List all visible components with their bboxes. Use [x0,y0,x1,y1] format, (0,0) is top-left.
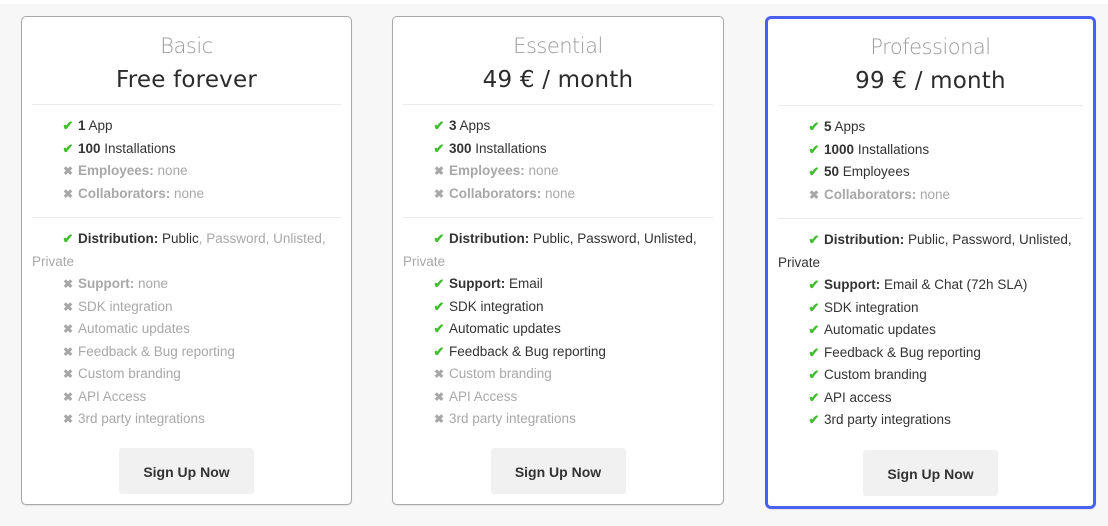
feature-api: ✔ API access [778,387,1083,410]
check-icon: ✔ [808,232,820,247]
button-wrapper: Sign Up Now [22,448,351,494]
feature-integrations: ✔ 3rd party integrations [778,409,1083,432]
limits-list: ✔ 3 Apps ✔ 300 Installations ✖ Employees: n… [393,105,723,205]
feature-distribution: ✔ Distribution: Public, Password, Unliste… [403,228,713,251]
button-wrapper: Sign Up Now [393,448,723,494]
check-icon: ✔ [808,164,820,179]
feature-integrations: ✖ 3rd party integrations [32,408,341,431]
feature-distribution: ✔ Distribution: Public, Password, Unliste… [778,229,1083,252]
feature-sdk: ✔ SDK integration [403,296,713,319]
check-icon: ✔ [808,344,820,360]
cross-icon: ✖ [433,186,445,201]
check-icon: ✔ [62,231,74,246]
check-icon: ✔ [808,277,820,292]
check-icon: ✔ [808,119,820,134]
check-icon: ✔ [808,412,820,427]
feature-support: ✔ Support: Email & Chat (72h SLA) [778,274,1083,297]
feature-sdk: ✖ SDK integration [32,296,341,319]
cross-icon: ✖ [433,412,445,426]
cross-icon: ✖ [62,389,74,404]
check-icon: ✔ [433,298,445,314]
features-list: ✔ Distribution: Public, Password, Unliste… [393,218,723,431]
features-list: ✔ Distribution: Public, Password, Unliste… [768,219,1093,432]
check-icon: ✔ [433,118,445,133]
feature-integrations: ✖ 3rd party integrations [403,408,713,431]
cross-icon: ✖ [62,412,74,426]
feature-apps: ✔ 1 App [62,115,351,138]
limits-list: ✔ 1 App ✔ 100 Installations ✖ Employees: no… [22,105,351,205]
plan-name: Basic [160,34,213,58]
cross-icon: ✖ [62,277,74,291]
cross-icon: ✖ [433,389,445,404]
feature-support: ✔ Support: Email [403,273,713,296]
cross-icon: ✖ [62,186,74,201]
feature-collaborators: ✖ Collaborators: none [62,183,351,206]
feature-distribution-cont: Private [403,253,446,269]
feature-distribution-cont: Private [778,254,821,270]
feature-branding: ✔ Custom branding [778,364,1083,387]
cross-icon: ✖ [808,187,820,202]
feature-sdk: ✔ SDK integration [778,297,1083,320]
plan-card-essential: Essential 49 € / month ✔ 3 Apps ✔ 300 Inst… [392,16,724,505]
feature-apps: ✔ 3 Apps [433,115,723,138]
check-icon: ✔ [808,299,820,315]
cross-icon: ✖ [433,367,445,381]
feature-employees: ✖ Employees: none [62,160,351,183]
feature-api: ✖ API Access [403,386,713,409]
features-list: ✔ Distribution: Public, Password, Unliste… [22,218,351,431]
check-icon: ✔ [433,276,445,291]
check-icon: ✔ [808,141,820,157]
cross-icon: ✖ [433,164,445,178]
feature-auto-updates: ✔ Automatic updates [778,319,1083,342]
check-icon: ✔ [808,322,820,337]
feature-branding: ✖ Custom branding [32,363,341,386]
check-icon: ✔ [433,343,445,359]
cross-icon: ✖ [62,322,74,336]
feature-collaborators: ✖ Collaborators: none [808,184,1093,207]
feature-installations: ✔ 300 Installations [433,138,723,161]
feature-employees: ✔ 50 Employees [808,161,1093,184]
feature-installations: ✔ 1000 Installations [808,139,1093,162]
cross-icon: ✖ [62,299,74,314]
feature-feedback: ✔ Feedback & Bug reporting [403,341,713,364]
feature-apps: ✔ 5 Apps [808,116,1093,139]
feature-distribution-cont: Private [32,253,75,269]
cross-icon: ✖ [62,344,74,359]
sign-up-button-basic[interactable]: Sign Up Now [119,448,254,494]
plan-price: Free forever [115,67,257,93]
feature-feedback: ✖ Feedback & Bug reporting [32,341,341,364]
check-icon: ✔ [433,321,445,336]
feature-collaborators: ✖ Collaborators: none [433,183,723,206]
feature-auto-updates: ✖ Automatic updates [32,318,341,341]
cross-icon: ✖ [62,367,74,381]
plan-price: 49 € / month [482,67,634,93]
feature-installations: ✔ 100 Installations [62,138,351,161]
feature-branding: ✖ Custom branding [403,363,713,386]
plan-name: Essential [513,34,603,58]
sign-up-button-professional[interactable]: Sign Up Now [863,450,998,496]
feature-feedback: ✔ Feedback & Bug reporting [778,342,1083,365]
cross-icon: ✖ [62,164,74,178]
check-icon: ✔ [62,140,74,156]
sign-up-button-essential[interactable]: Sign Up Now [490,448,626,494]
check-icon: ✔ [433,140,445,156]
feature-distribution: ✔ Distribution: Public, Password, Unliste… [32,228,341,251]
check-icon: ✔ [808,389,820,405]
check-icon: ✔ [433,231,445,246]
feature-employees: ✖ Employees: none [433,160,723,183]
check-icon: ✔ [62,118,74,133]
button-wrapper: Sign Up Now [768,450,1093,496]
plan-price: 99 € / month [855,68,1006,94]
pricing-page: Basic Free forever ✔ 1 App ✔ 100 Installat… [0,4,1108,526]
limits-list: ✔ 5 Apps ✔ 1000 Installations ✔ 50 Employee… [768,106,1093,206]
feature-auto-updates: ✔ Automatic updates [403,318,713,341]
plan-card-professional: Professional 99 € / month ✔ 5 Apps ✔ 1000 … [765,16,1096,509]
feature-api: ✖ API Access [32,386,341,409]
plan-name: Professional [870,35,991,59]
check-icon: ✔ [808,367,820,382]
plan-card-basic: Basic Free forever ✔ 1 App ✔ 100 Installat… [21,16,352,505]
feature-support: ✖ Support: none [32,273,341,296]
